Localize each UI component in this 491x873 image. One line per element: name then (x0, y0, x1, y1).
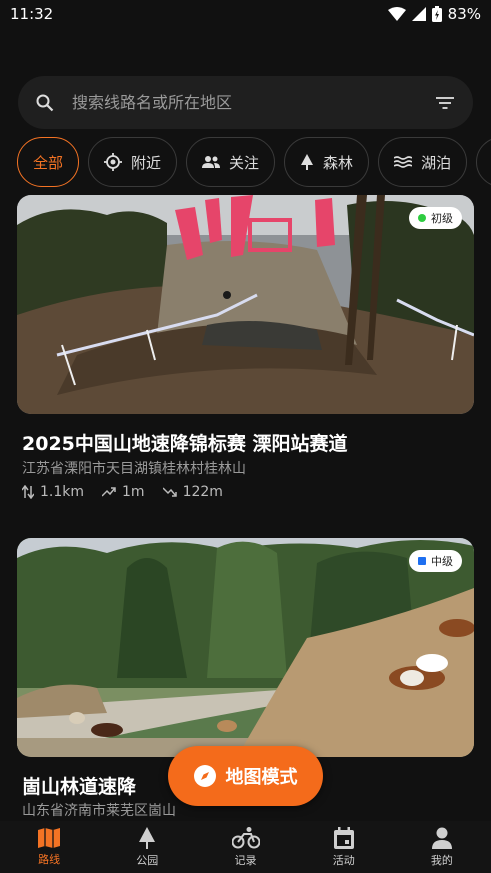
filter-chip-all[interactable]: 全部 (17, 137, 80, 187)
distance-value: 1.1km (40, 484, 85, 500)
battery-icon (431, 6, 442, 22)
status-time: 11:32 (10, 5, 54, 23)
person-icon (431, 827, 452, 849)
nav-item-records[interactable]: 记录 (196, 821, 294, 873)
filter-chip-nearby[interactable]: 附近 (88, 137, 178, 187)
chip-label: 关注 (229, 153, 260, 172)
ascent-value: 1m (122, 484, 145, 500)
battery-level: 83% (447, 5, 481, 23)
route-title[interactable]: 2025中国山地速降锦标赛 溧阳站赛道 (22, 429, 348, 456)
chip-label: 全部 (33, 153, 64, 172)
people-icon (202, 155, 221, 169)
route-cover-image[interactable]: 初级 (17, 195, 474, 414)
descent-value: 122m (182, 484, 223, 500)
bottom-nav: 路线 公园 记录 活动 我的 (0, 821, 491, 873)
difficulty-dot (418, 557, 426, 565)
compass-icon (193, 765, 216, 787)
route-title[interactable]: 崮山林道速降 (22, 772, 136, 799)
difficulty-label: 初级 (431, 212, 453, 225)
nav-item-parks[interactable]: 公园 (98, 821, 196, 873)
search-bar[interactable] (18, 76, 473, 129)
chip-label: 湖泊 (421, 153, 452, 172)
route-cover-image[interactable]: 中级 (17, 538, 474, 757)
cellular-signal-icon (411, 7, 426, 21)
difficulty-badge: 初级 (409, 207, 462, 229)
nav-label: 记录 (234, 853, 257, 867)
status-bar: 11:32 83% (0, 0, 491, 28)
search-input[interactable] (72, 93, 435, 112)
descent-icon (162, 487, 177, 497)
chip-label: 森林 (323, 153, 354, 172)
nav-label: 公园 (136, 853, 159, 867)
filter-chip-forest[interactable]: 森林 (284, 137, 370, 187)
filter-chip-lake[interactable]: 湖泊 (378, 137, 468, 187)
map-mode-button[interactable]: 地图模式 (168, 746, 323, 806)
map-icon (38, 827, 61, 848)
water-icon (394, 156, 413, 168)
filter-chip-following[interactable]: 关注 (186, 137, 276, 187)
calendar-icon (333, 826, 354, 849)
route-photo-downhill-course (17, 195, 474, 414)
nav-label: 活动 (332, 853, 355, 867)
search-icon (36, 94, 54, 111)
nav-item-routes[interactable]: 路线 (0, 821, 98, 873)
difficulty-label: 中级 (431, 555, 453, 568)
filter-icon[interactable] (435, 95, 455, 111)
wifi-icon (387, 7, 406, 21)
nav-item-profile[interactable]: 我的 (393, 821, 491, 873)
difficulty-dot (418, 214, 426, 222)
tree-icon (139, 826, 156, 849)
nav-label: 我的 (430, 853, 453, 867)
chip-label: 附近 (131, 153, 162, 172)
route-location: 山东省济南市莱芜区崮山 (22, 803, 176, 819)
distance-icon (22, 485, 34, 499)
bike-icon (231, 826, 260, 848)
location-target-icon (104, 153, 123, 171)
nav-label: 路线 (38, 852, 61, 866)
filter-chip-mountain[interactable] (476, 137, 491, 187)
filter-chips: 全部 附近 关注 森林 湖泊 (17, 137, 491, 187)
route-stats: 1.1km 1m 122m (22, 484, 223, 500)
ascent-icon (102, 487, 116, 497)
nav-item-events[interactable]: 活动 (295, 821, 393, 873)
route-location: 江苏省溧阳市天目湖镇桂林村桂林山 (22, 461, 246, 477)
difficulty-badge: 中级 (409, 550, 462, 572)
tree-icon (300, 154, 314, 170)
route-photo-forest-trail (17, 538, 474, 757)
map-mode-label: 地图模式 (225, 767, 298, 788)
